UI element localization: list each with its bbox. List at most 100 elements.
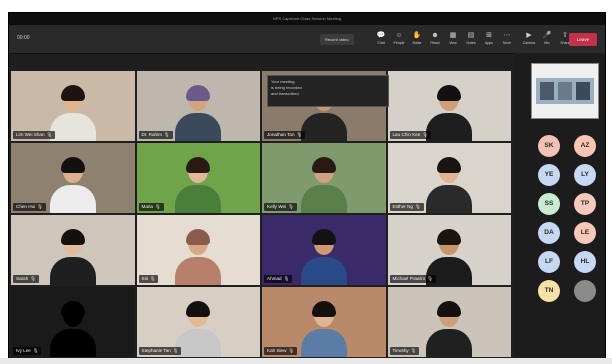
participant-hair (437, 301, 462, 317)
taskbar (0, 358, 612, 364)
video-tile[interactable]: Ahmad 🎙 (262, 215, 386, 285)
camera-icon: ▶ (526, 32, 532, 39)
chat-button[interactable]: 💬 Chat (373, 31, 389, 49)
video-tile[interactable]: Lim Wei Shan 🎙 (11, 71, 135, 141)
video-tile[interactable]: Kelly Wei 🎙 (262, 143, 386, 213)
mic-icon: 🎙 (410, 348, 417, 353)
attendee-avatar: TP (574, 193, 596, 215)
participant-name-tag: Siti 🎙 (138, 275, 159, 283)
mic-icon: 🎙 (149, 276, 156, 281)
participant-name: Michael Prawiro (392, 276, 426, 281)
attendee-avatar: HL (574, 251, 596, 273)
participant-body (49, 257, 96, 285)
participant-body (300, 257, 347, 285)
video-tile[interactable]: Timothy 🎙 (387, 287, 511, 357)
participant-name-tag: Maria 🎙 (138, 203, 164, 211)
participant-name-tag: Dr. Rahim 🎙 (138, 131, 173, 139)
participant-video (426, 157, 473, 213)
participant-video (426, 301, 473, 357)
participant-name: Ivy Lee (16, 348, 31, 353)
attendee-item[interactable]: TP (569, 193, 605, 215)
attendee-item[interactable]: SK (533, 135, 569, 157)
apps-button-label: Apps (485, 41, 493, 45)
mic-icon: 🎙 (422, 132, 428, 137)
participant-hair (186, 301, 211, 317)
mic-icon: 🎙 (288, 204, 294, 209)
participant-video (49, 301, 96, 357)
attendee-item[interactable]: YE (533, 164, 569, 186)
smile-icon: ☻ (431, 32, 439, 39)
participant-name: Dr. Rahim (141, 132, 162, 137)
participant-body (300, 329, 347, 357)
view-button[interactable]: ▦ View (445, 31, 461, 49)
participant-hair (60, 157, 85, 173)
leave-button[interactable]: Leave (569, 33, 597, 46)
people-button[interactable]: ☺ People (391, 31, 407, 49)
attendee-item[interactable]: SS (533, 193, 569, 215)
video-tile[interactable]: Siti 🎙 (136, 215, 260, 285)
attendee-item[interactable]: LE (569, 222, 605, 244)
video-tile[interactable]: Sarah 🎙 (11, 215, 135, 285)
more-icon: ⋯ (503, 32, 511, 39)
grid-icon: ▦ (449, 32, 457, 39)
mic-icon: 🎙 (46, 132, 53, 137)
mic-icon: 🎙 (30, 276, 36, 281)
more-button[interactable]: ⋯ More (499, 31, 515, 49)
participant-video (300, 157, 347, 213)
video-tile[interactable]: Stephanie Tan 🎙 (136, 287, 260, 357)
attendee-item[interactable]: LF (533, 251, 569, 273)
video-tile[interactable]: Maria 🎙 (136, 143, 260, 213)
participant-video (300, 301, 347, 357)
participant-name-tag: Kah Siew 🎙 (264, 347, 297, 355)
video-tile[interactable]: Esther Ng 🎙 (387, 143, 511, 213)
attendee-item[interactable] (569, 280, 605, 302)
video-tile[interactable]: Kah Siew 🎙 (262, 287, 386, 357)
attendee-avatar: DA (538, 222, 560, 244)
participant-name-tag: Sarah 🎙 (13, 275, 39, 283)
attendee-avatar: SK (538, 135, 560, 157)
notes-button[interactable]: ▤ Notes (463, 31, 479, 49)
apps-button[interactable]: ⊞ Apps (481, 31, 497, 49)
attendee-avatar: YE (538, 164, 560, 186)
video-tile[interactable]: Dr. Rahim 🎙 (136, 71, 260, 141)
meeting-toolbar: 00:00 Record video 💬 Chat ☺ People ✋ Rai… (9, 25, 605, 54)
participant-name: Sarah (16, 276, 29, 281)
more-button-label: More (503, 41, 511, 45)
attendee-item[interactable]: TN (533, 280, 569, 302)
participant-hair (186, 85, 211, 101)
participant-body (426, 185, 473, 213)
video-tile[interactable]: Michael Prawiro 🎙 (387, 215, 511, 285)
participant-video (49, 229, 96, 285)
record-button[interactable]: Record video (320, 34, 354, 45)
participant-name: Esther Ng (392, 204, 413, 209)
video-tile[interactable]: Lau Chin Kee 🎙 (387, 71, 511, 141)
video-tile[interactable]: Ivy Lee 🎙 (11, 287, 135, 357)
chat-button-label: Chat (377, 41, 385, 45)
attendee-item[interactable]: DA (533, 222, 569, 244)
participant-hair (186, 229, 211, 245)
people-icon: ☺ (395, 32, 403, 39)
participant-name-tag: Kelly Wei 🎙 (264, 203, 297, 211)
participant-name: Siti (141, 276, 148, 281)
raise-hand-button[interactable]: ✋ Raise (409, 31, 425, 49)
participant-video (175, 85, 222, 141)
participant-name: Jonathan Tan (267, 132, 295, 137)
attendee-item[interactable]: HL (569, 251, 605, 273)
video-tile[interactable]: Chen Hui 🎙 (11, 143, 135, 213)
participant-hair (437, 157, 462, 173)
mic-icon: 🎙 (32, 348, 39, 353)
participant-hair (60, 229, 85, 245)
participant-body (175, 257, 222, 285)
hand-icon: ✋ (412, 32, 422, 39)
mic-button[interactable]: 🎤 Mic (539, 31, 555, 49)
participant-body (175, 329, 222, 357)
attendee-item[interactable]: AZ (569, 135, 605, 157)
attendee-item[interactable]: LY (569, 164, 605, 186)
mic-icon: 🎙 (414, 204, 421, 209)
react-button[interactable]: ☻ React (427, 31, 443, 49)
view-button-label: View (449, 41, 457, 45)
camera-button[interactable]: ▶ Camera (521, 31, 537, 49)
self-preview[interactable] (531, 63, 599, 119)
mic-icon: 🎙 (288, 348, 294, 353)
attendee-avatar: LF (538, 251, 560, 273)
